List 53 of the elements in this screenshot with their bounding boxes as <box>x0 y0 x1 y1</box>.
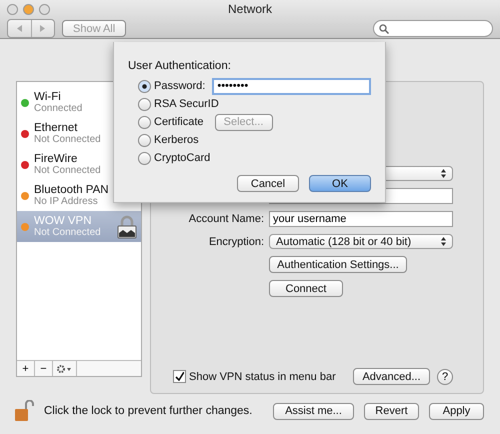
checkbox[interactable] <box>173 370 186 383</box>
field-label: Account Name: <box>188 213 264 225</box>
minimize-icon[interactable] <box>23 4 34 14</box>
option-label: CryptoCard <box>154 152 210 164</box>
forward-icon <box>40 25 46 32</box>
footer-button[interactable]: Revert <box>364 402 419 420</box>
option-label: Password: <box>154 80 206 92</box>
service-name: Ethernet <box>34 122 78 134</box>
option-label: RSA SecurID <box>154 98 219 110</box>
password-field[interactable]: •••••••• <box>212 78 371 94</box>
footer-button[interactable]: Apply <box>429 402 484 420</box>
service-status: Not Connected <box>34 165 102 176</box>
checkbox-label: Show VPN status in menu bar <box>189 370 336 382</box>
service-status: Not Connected <box>34 227 102 238</box>
zoom-icon[interactable] <box>39 4 50 14</box>
service-name: Wi-Fi <box>34 91 62 103</box>
cancel-button[interactable]: Cancel <box>237 175 299 192</box>
padlock-icon <box>14 400 34 422</box>
window-title: Network <box>228 2 273 16</box>
remove-button[interactable]: − <box>35 361 53 376</box>
lock-message: Click the lock to prevent further changes. <box>44 405 252 417</box>
checkmark-icon <box>175 372 184 381</box>
sheet-title: User Authentication: <box>128 60 232 72</box>
close-icon[interactable] <box>7 4 18 14</box>
service-name: WOW VPN <box>34 215 92 227</box>
option-label: Certificate <box>154 116 204 128</box>
back-forward-control[interactable] <box>7 19 55 38</box>
add-button[interactable]: + <box>17 361 35 376</box>
connect-button[interactable]: Connect <box>269 280 343 297</box>
search-icon <box>379 24 389 34</box>
advanced-button[interactable]: Advanced... <box>353 368 430 385</box>
service-status: Not Connected <box>34 134 102 145</box>
radio-button[interactable] <box>138 98 151 110</box>
footer-button[interactable]: Assist me... <box>273 402 354 420</box>
stepper-icon <box>441 169 446 178</box>
service-status: Connected <box>34 103 84 114</box>
encryption-popup[interactable]: Automatic (128 bit or 40 bit) <box>269 234 453 249</box>
help-button[interactable]: ? <box>437 368 453 384</box>
radio-button[interactable] <box>138 152 151 164</box>
radio-button[interactable] <box>138 80 151 92</box>
search-field[interactable] <box>373 20 493 37</box>
service-name: Bluetooth PAN <box>34 184 110 196</box>
account-name-field[interactable]: your username <box>269 211 453 227</box>
option-label: Kerberos <box>154 134 199 146</box>
ok-button[interactable]: OK <box>309 175 371 192</box>
stepper-icon <box>441 237 446 246</box>
service-name: FireWire <box>34 153 78 165</box>
radio-button[interactable] <box>138 134 151 146</box>
back-icon <box>16 25 22 32</box>
gear-icon <box>57 364 72 372</box>
authentication-settings-button[interactable]: Authentication Settings... <box>269 256 407 273</box>
service-status: No IP Address <box>34 196 99 207</box>
field-label: Encryption: <box>208 236 264 248</box>
